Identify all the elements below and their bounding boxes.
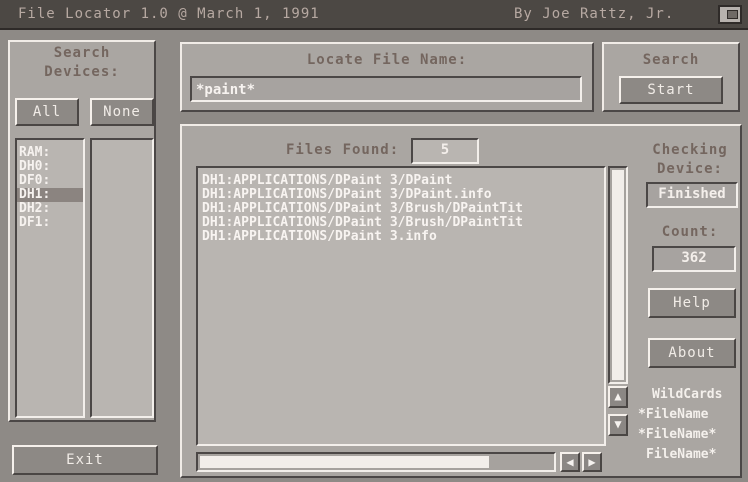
file-list-item[interactable]: DH1:APPLICATIONS/DPaint 3/Brush/DPaintTi… [202,216,594,230]
results-panel: Files Found: 5 DH1:APPLICATIONS/DPaint 3… [180,124,742,478]
window-title: File Locator 1.0 @ March 1, 1991 [18,6,320,22]
arrow-right-icon[interactable]: ▶ [582,452,602,472]
file-list[interactable]: DH1:APPLICATIONS/DPaint 3/DPaint DH1:APPL… [196,166,606,446]
device-item[interactable]: RAM: [17,146,83,160]
select-all-button[interactable]: All [15,98,79,126]
search-devices-label-line1: Search [53,45,111,61]
selected-device-list[interactable] [90,138,154,418]
count-value: 362 [652,246,736,272]
search-devices-label-line2: Devices: [44,64,120,80]
checking-device-label-line2: Device: [656,161,723,177]
depth-gadget-icon[interactable] [718,5,742,24]
file-name-input-value: *paint* [196,82,256,98]
device-item[interactable]: DH1: [17,188,83,202]
file-name-input[interactable]: *paint* [190,76,582,102]
file-list-item[interactable]: DH1:APPLICATIONS/DPaint 3/DPaint [202,174,594,188]
arrow-left-icon[interactable]: ◀ [560,452,580,472]
help-button[interactable]: Help [648,288,736,318]
device-list-items: RAM: DH0: DF0: DH1: DH2: DF1: [17,140,83,230]
device-item[interactable]: DF1: [17,216,83,230]
start-button[interactable]: Start [619,76,723,104]
window-author: By Joe Rattz, Jr. [514,6,675,22]
title-bar[interactable]: File Locator 1.0 @ March 1, 1991 By Joe … [0,0,748,30]
device-item[interactable]: DH2: [17,202,83,216]
wildcards-title: WildCards [652,387,723,402]
locate-file-panel: Locate File Name: *paint* [180,42,594,112]
files-found-count: 5 [411,138,479,164]
horizontal-scrollbar[interactable] [196,452,556,472]
search-devices-panel: Search Devices: All None RAM: DH0: DF0: DH1… [8,40,156,422]
file-list-item[interactable]: DH1:APPLICATIONS/DPaint 3.info [202,230,594,244]
file-list-items: DH1:APPLICATIONS/DPaint 3/DPaint DH1:APPL… [202,174,594,244]
about-button[interactable]: About [648,338,736,368]
wildcard-example-1: *FileName [638,407,709,422]
select-none-button[interactable]: None [90,98,154,126]
horizontal-scroll-knob[interactable] [200,456,489,468]
locate-file-label: Locate File Name: [306,52,468,68]
device-item[interactable]: DF0: [17,174,83,188]
file-list-item[interactable]: DH1:APPLICATIONS/DPaint 3/Brush/DPaintTi… [202,202,594,216]
files-found-label: Files Found: [286,142,400,158]
count-label: Count: [661,224,719,240]
checking-device-value: Finished [646,182,738,208]
file-list-item[interactable]: DH1:APPLICATIONS/DPaint 3/DPaint.info [202,188,594,202]
vertical-scroll-knob[interactable] [612,170,624,380]
search-label: Search [642,52,700,68]
wildcard-example-2: *FileName* [638,427,717,442]
device-list[interactable]: RAM: DH0: DF0: DH1: DH2: DF1: [15,138,85,418]
wildcard-example-3: FileName* [646,447,717,462]
vertical-scrollbar[interactable] [608,166,628,384]
exit-button[interactable]: Exit [12,445,158,475]
arrow-up-icon[interactable]: ▲ [608,386,628,408]
arrow-down-icon[interactable]: ▼ [608,414,628,436]
device-item[interactable]: DH0: [17,160,83,174]
checking-device-label-line1: Checking [652,142,728,158]
search-panel: Search Start [602,42,740,112]
